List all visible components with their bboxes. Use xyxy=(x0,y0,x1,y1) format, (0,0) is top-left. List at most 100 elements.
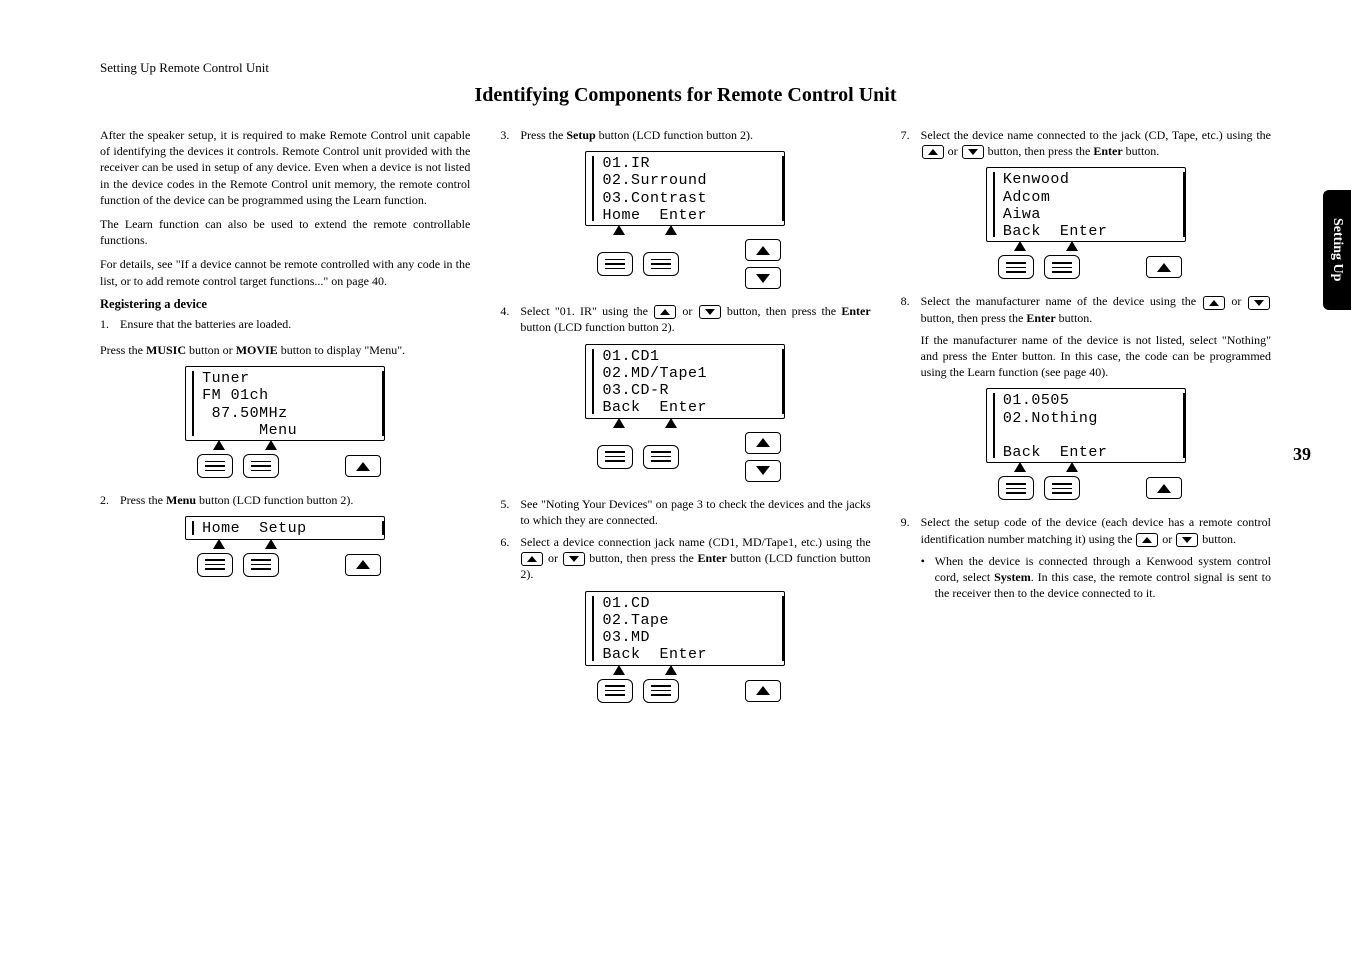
lcd-bar xyxy=(592,349,594,414)
lcd-button-row xyxy=(585,239,785,289)
arrow-stack xyxy=(745,680,785,702)
soft-button-2[interactable] xyxy=(243,454,279,478)
arrow-up-button[interactable] xyxy=(745,432,781,454)
lcd-bar xyxy=(192,521,194,534)
step-body: Select a device connection jack name (CD… xyxy=(520,534,870,583)
arrow-down-icon xyxy=(962,145,984,159)
t: or xyxy=(1159,532,1175,546)
intro-p3: For details, see "If a device cannot be … xyxy=(100,256,470,288)
arrow-up-button[interactable] xyxy=(1146,477,1182,499)
arrow-down-icon xyxy=(1176,533,1198,547)
triangle-up-icon xyxy=(1157,484,1171,493)
soft-button-2[interactable] xyxy=(643,252,679,276)
step-number: 4. xyxy=(500,303,520,335)
lcd-text: 01.IR 02.Surround 03.Contrast Home Enter xyxy=(600,152,776,225)
triangle-up-icon xyxy=(1066,462,1078,472)
triangle-up-icon xyxy=(613,418,625,428)
t: Select the device name connected to the … xyxy=(921,128,1271,142)
soft-button-1[interactable] xyxy=(597,679,633,703)
lcd-bar xyxy=(382,371,384,436)
arrow-up-button[interactable] xyxy=(745,680,781,702)
step-8: 8.Select the manufacturer name of the de… xyxy=(901,293,1271,380)
steps-col2c: 5.See "Noting Your Devices" on page 3 to… xyxy=(500,496,870,583)
t: Select the manufacturer name of the devi… xyxy=(921,294,1202,308)
arrow-up-button[interactable] xyxy=(345,455,381,477)
t: Menu xyxy=(166,493,196,507)
lcd-button-row xyxy=(585,679,785,703)
arrow-down-button[interactable] xyxy=(745,460,781,482)
soft-button-2[interactable] xyxy=(1044,255,1080,279)
column-1: After the speaker setup, it is required … xyxy=(100,127,470,717)
soft-button-1[interactable] xyxy=(998,476,1034,500)
lcd-kenwood-figure: Kenwood Adcom Aiwa Back Enter xyxy=(986,167,1186,279)
t: Enter xyxy=(1093,144,1122,158)
content-columns: After the speaker setup, it is required … xyxy=(100,127,1271,717)
page-number: 39 xyxy=(1293,444,1311,465)
t: button, then press the xyxy=(586,551,698,565)
step-2: 2.Press the Menu button (LCD function bu… xyxy=(100,492,470,508)
step-number: 8. xyxy=(901,293,921,380)
arrow-stack xyxy=(345,554,385,576)
triangle-up-icon xyxy=(1157,263,1171,272)
lcd-screen: 01.CD1 02.MD/Tape1 03.CD-R Back Enter xyxy=(585,344,785,419)
lcd-pointer-row xyxy=(585,665,785,675)
soft-button-1[interactable] xyxy=(197,553,233,577)
soft-button-1[interactable] xyxy=(597,252,633,276)
t: Setup xyxy=(566,128,595,142)
soft-button-1[interactable] xyxy=(197,454,233,478)
arrow-down-button[interactable] xyxy=(745,267,781,289)
triangle-up-icon xyxy=(665,225,677,235)
soft-button-2[interactable] xyxy=(643,679,679,703)
arrow-up-icon xyxy=(654,305,676,319)
t: button. xyxy=(1056,311,1093,325)
lcd-bar xyxy=(592,596,594,661)
lcd-screen: Tuner FM 01ch 87.50MHz Menu xyxy=(185,366,385,441)
arrow-down-icon xyxy=(1248,296,1270,310)
soft-button-1[interactable] xyxy=(597,445,633,469)
bullet-system: • When the device is connected through a… xyxy=(901,553,1271,602)
triangle-up-icon xyxy=(756,438,770,447)
header-section: Setting Up Remote Control Unit xyxy=(100,60,1271,76)
t: or xyxy=(677,304,697,318)
lcd-button-row xyxy=(185,454,385,478)
step-number: 1. xyxy=(100,316,120,332)
triangle-up-icon xyxy=(213,440,225,450)
lcd-pointer-row xyxy=(585,418,785,428)
soft-button-2[interactable] xyxy=(643,445,679,469)
arrow-stack xyxy=(745,432,785,482)
soft-button-2[interactable] xyxy=(243,553,279,577)
main-title: Identifying Components for Remote Contro… xyxy=(100,84,1271,107)
step-body: See "Noting Your Devices" on page 3 to c… xyxy=(520,496,870,528)
t: button (LCD function button 2). xyxy=(196,493,353,507)
lcd-text: 01.0505 02.Nothing Back Enter xyxy=(1001,389,1177,462)
t: button (LCD function button 2). xyxy=(596,128,753,142)
lcd-bar xyxy=(993,393,995,458)
t: or xyxy=(544,551,561,565)
step-5: 5.See "Noting Your Devices" on page 3 to… xyxy=(500,496,870,528)
soft-button-1[interactable] xyxy=(998,255,1034,279)
arrow-up-icon xyxy=(521,552,543,566)
lcd-screen: 01.CD 02.Tape 03.MD Back Enter xyxy=(585,591,785,666)
lcd-text: 01.CD1 02.MD/Tape1 03.CD-R Back Enter xyxy=(600,345,776,418)
t: Select "01. IR" using the xyxy=(520,304,653,318)
soft-button-2[interactable] xyxy=(1044,476,1080,500)
side-tab: Setting Up xyxy=(1323,190,1351,310)
lcd-cd-figure: 01.CD 02.Tape 03.MD Back Enter xyxy=(585,591,785,703)
arrow-up-button[interactable] xyxy=(345,554,381,576)
steps-col1b: 2.Press the Menu button (LCD function bu… xyxy=(100,492,470,508)
lcd-tuner-figure: Tuner FM 01ch 87.50MHz Menu xyxy=(185,366,385,478)
lcd-text: Kenwood Adcom Aiwa Back Enter xyxy=(1001,168,1177,241)
triangle-up-icon xyxy=(1066,241,1078,251)
triangle-up-icon xyxy=(756,686,770,695)
lcd-pointer-row xyxy=(585,225,785,235)
lcd-bar xyxy=(382,521,384,534)
arrow-up-button[interactable] xyxy=(1146,256,1182,278)
lcd-pointer-row xyxy=(185,539,385,549)
t: Enter xyxy=(697,551,726,565)
arrow-up-button[interactable] xyxy=(745,239,781,261)
arrow-stack xyxy=(745,239,785,289)
side-tab-label: Setting Up xyxy=(1329,218,1345,281)
lcd-bar xyxy=(782,596,784,661)
step-body: Select the setup code of the device (eac… xyxy=(921,514,1271,546)
step-1: 1.Ensure that the batteries are loaded. xyxy=(100,316,470,332)
